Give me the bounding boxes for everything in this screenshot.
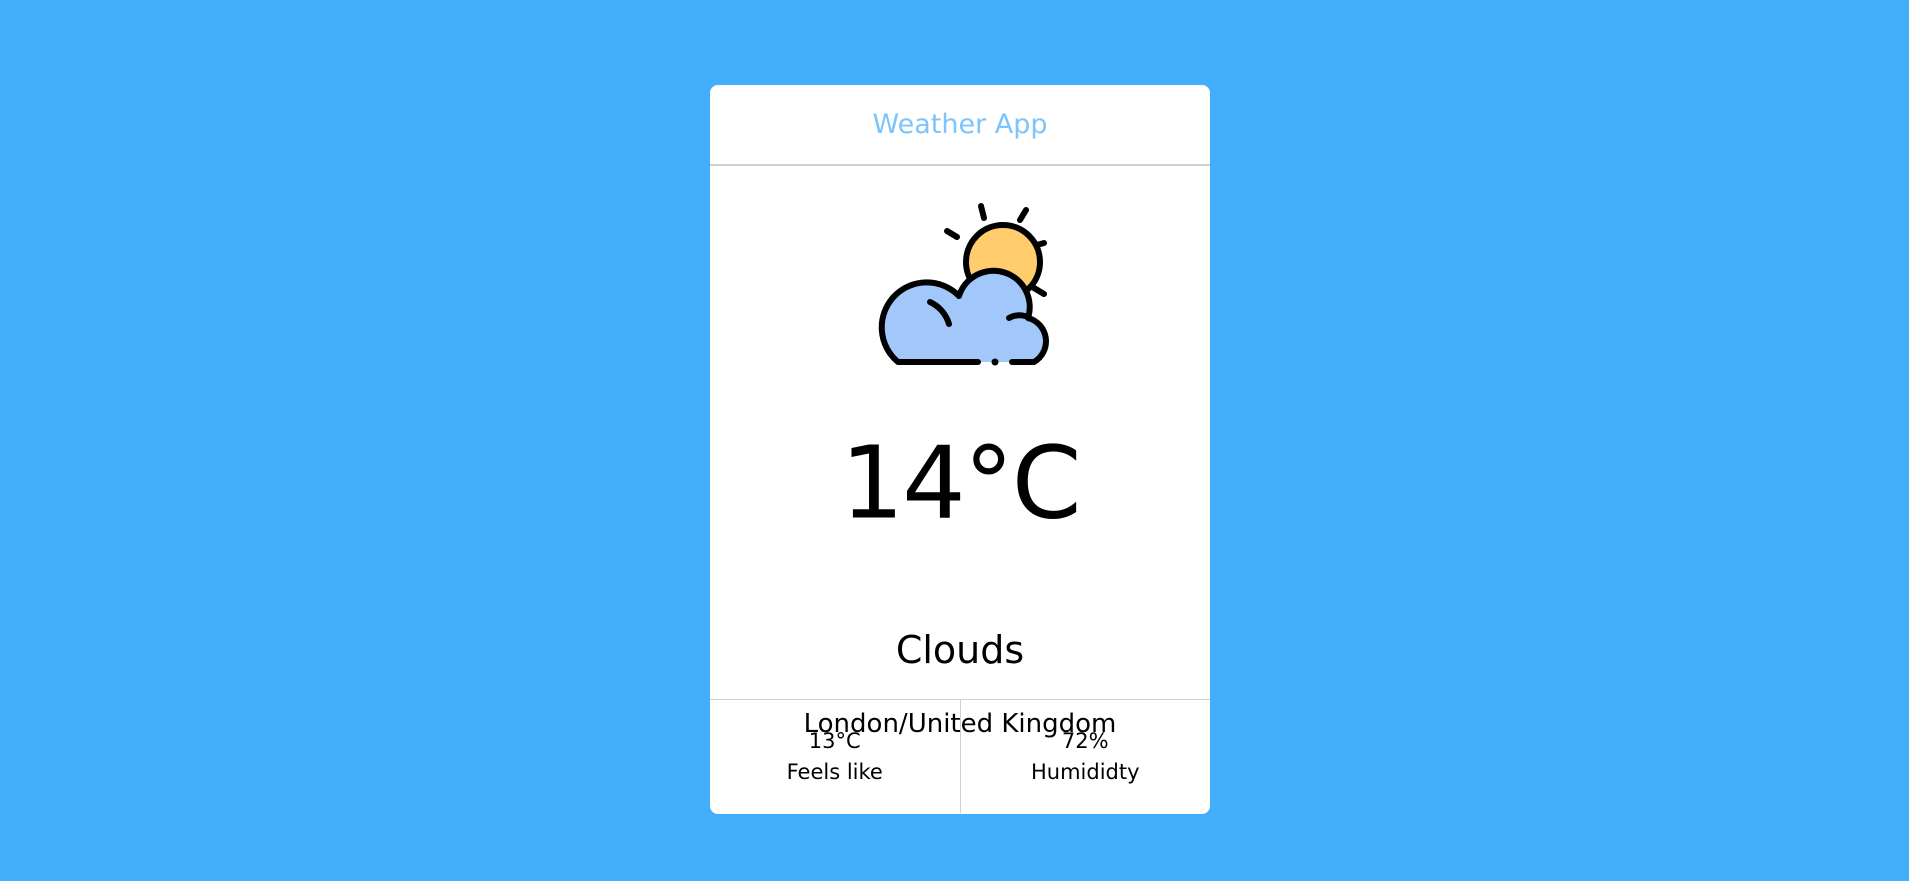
app-title: Weather App — [872, 109, 1048, 140]
feels-like-label: Feels like — [786, 759, 883, 784]
weather-card: Weather App 14°C Clouds London/United Ki… — [710, 85, 1210, 814]
partly-cloudy-icon — [878, 203, 1049, 366]
weather-condition: Clouds — [895, 628, 1025, 672]
location: London/United Kingdom — [803, 709, 1117, 739]
card-header: Weather App — [710, 85, 1210, 166]
temperature: 14°C — [840, 424, 1081, 542]
weather-main: 14°C Clouds London/United Kingdom — [710, 166, 1210, 739]
humidity-label: Humididty — [1030, 759, 1140, 784]
